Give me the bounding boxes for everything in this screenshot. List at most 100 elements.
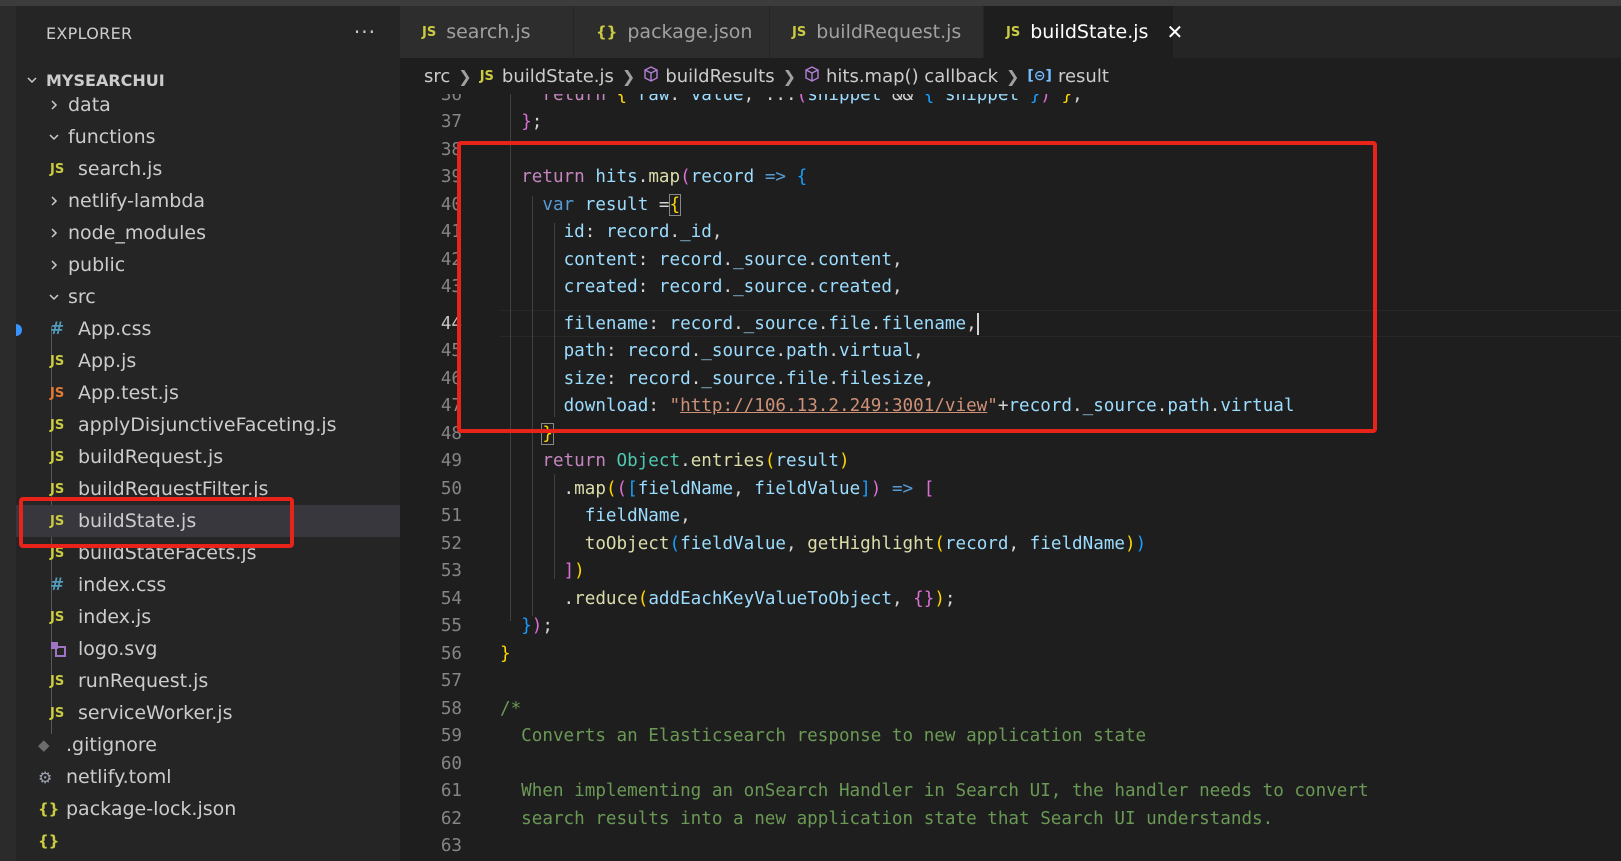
code-line: 62 search results into a new application… xyxy=(440,808,1274,829)
code-line: 50 .map(([fieldName, fieldValue]) => [ xyxy=(440,478,935,499)
tree-label: App.js xyxy=(78,350,137,372)
tree-label: buildStateFacets.js xyxy=(78,542,257,564)
tree-label: .gitignore xyxy=(66,734,157,756)
tree-folder-netlify-lambda[interactable]: netlify-lambda xyxy=(16,185,400,217)
js-test-file-icon: JS xyxy=(50,385,65,401)
svg-file-icon xyxy=(50,641,72,657)
tree-label: netlify-lambda xyxy=(68,190,206,212)
json-file-icon: {} xyxy=(38,832,60,850)
js-file-icon: JS xyxy=(422,24,437,40)
code-line: 38 xyxy=(440,139,462,160)
close-icon[interactable]: ✕ xyxy=(1166,20,1183,44)
tree-file-package-lock-json[interactable]: {} package-lock.json xyxy=(16,793,400,825)
breadcrumb-symbol-callback[interactable]: hits.map() callback xyxy=(826,66,998,87)
tree-folder-data[interactable]: data xyxy=(16,89,400,121)
breadcrumb: src ❯ JS buildState.js ❯ buildResults ❯ … xyxy=(400,58,1621,94)
tree-label: applyDisjunctiveFaceting.js xyxy=(78,414,337,436)
chevron-right-icon: ❯ xyxy=(782,66,796,86)
tree-folder-public[interactable]: public xyxy=(16,249,400,281)
code-line: 41 id: record._id, xyxy=(440,221,723,242)
code-line: 63 xyxy=(440,835,462,856)
chevron-right-icon xyxy=(46,227,62,239)
code-line: 52 toObject(fieldValue, getHighlight(rec… xyxy=(440,533,1147,554)
code-line: 58/* xyxy=(440,698,522,719)
code-line: 55 }); xyxy=(440,615,553,636)
code-editor[interactable]: 36 return { raw: value, ...(snippet && {… xyxy=(400,94,1621,861)
tab-label: search.js xyxy=(446,21,531,43)
activity-bar-edge xyxy=(0,6,16,861)
tree-file-app-test-js[interactable]: JS App.test.js xyxy=(16,377,400,409)
code-line: 37 }; xyxy=(440,111,543,132)
tree-file-search-js[interactable]: JS search.js xyxy=(16,153,400,185)
tree-file-app-css[interactable]: # App.css xyxy=(16,313,400,345)
tree-file-build-request-filter-js[interactable]: JS buildRequestFilter.js xyxy=(16,473,400,505)
code-line: 51 fieldName, xyxy=(440,505,691,526)
tab-build-request-js[interactable]: JS buildRequest.js xyxy=(770,6,984,58)
tab-build-state-js[interactable]: JS buildState.js ✕ xyxy=(984,6,1183,58)
tree-folder-src[interactable]: src xyxy=(16,281,400,313)
code-line: 56} xyxy=(440,643,511,664)
tree-file-netlify-toml[interactable]: ⚙ netlify.toml xyxy=(16,761,400,793)
tree-label: netlify.toml xyxy=(66,766,172,788)
code-line: 42 content: record._source.content, xyxy=(440,249,903,270)
code-line: 57 xyxy=(440,670,462,691)
tree-item-partial[interactable]: {} xyxy=(16,825,400,857)
js-file-icon: JS xyxy=(50,353,65,369)
tree-file-apply-disjunctive-faceting-js[interactable]: JS applyDisjunctiveFaceting.js xyxy=(16,409,400,441)
tree-file-app-js[interactable]: JS App.js xyxy=(16,345,400,377)
json-file-icon: {} xyxy=(596,23,618,41)
tab-package-json[interactable]: {} package.json xyxy=(574,6,770,58)
breadcrumb-file[interactable]: buildState.js xyxy=(502,66,614,87)
code-line: 59 Converts an Elasticsearch response to… xyxy=(440,725,1147,746)
breadcrumb-symbol-result[interactable]: result xyxy=(1058,66,1109,87)
tree-label: logo.svg xyxy=(78,638,158,660)
tab-label: package.json xyxy=(627,21,753,43)
chevron-right-icon: ❯ xyxy=(621,66,636,86)
js-file-icon: JS xyxy=(50,545,65,561)
tree-file-build-state-facets-js[interactable]: JS buildStateFacets.js xyxy=(16,537,400,569)
js-file-icon: JS xyxy=(50,161,65,177)
breadcrumb-folder[interactable]: src xyxy=(424,66,450,87)
tree-label: runRequest.js xyxy=(78,670,209,692)
tree-file-index-css[interactable]: # index.css xyxy=(16,569,400,601)
js-file-icon: JS xyxy=(50,673,65,689)
code-line: 46 size: record._source.file.filesize, xyxy=(440,368,935,389)
tree-label: index.css xyxy=(78,574,167,596)
tree-file-service-worker-js[interactable]: JS serviceWorker.js xyxy=(16,697,400,729)
tree-label: node_modules xyxy=(68,222,207,244)
text-cursor xyxy=(976,312,979,335)
tree-file-run-request-js[interactable]: JS runRequest.js xyxy=(16,665,400,697)
tree-label: serviceWorker.js xyxy=(78,702,233,724)
code-line: 40 var result ={ xyxy=(440,193,682,216)
tree-folder-functions[interactable]: functions xyxy=(16,121,400,153)
tree-label: functions xyxy=(68,126,156,148)
code-line: 54 .reduce(addEachKeyValueToObject, {}); xyxy=(440,588,956,609)
chevron-right-icon: ❯ xyxy=(1006,66,1020,86)
code-line: 47 download: "http://106.13.2.249:3001/v… xyxy=(440,395,1295,416)
explorer-title: EXPLORER xyxy=(46,24,133,43)
tree-label: public xyxy=(68,254,126,276)
more-actions-icon[interactable]: ··· xyxy=(354,20,376,44)
tab-search-js[interactable]: JS search.js xyxy=(400,6,574,58)
code-line: 39 return hits.map(record => { xyxy=(440,166,808,187)
tree-label: buildRequestFilter.js xyxy=(78,478,269,500)
code-line: 45 path: record._source.path.virtual, xyxy=(440,340,924,361)
project-name: MYSEARCHUI xyxy=(46,70,165,90)
js-file-icon: JS xyxy=(50,609,65,625)
tree-folder-node-modules[interactable]: node_modules xyxy=(16,217,400,249)
cube-symbol-icon xyxy=(804,65,820,87)
js-file-icon: JS xyxy=(50,513,65,529)
code-line: 49 return Object.entries(result) xyxy=(440,450,850,471)
tree-label: src xyxy=(68,286,96,308)
tree-file-logo-svg[interactable]: logo.svg xyxy=(16,633,400,665)
tree-file-build-request-js[interactable]: JS buildRequest.js xyxy=(16,441,400,473)
chevron-down-icon xyxy=(46,291,62,303)
js-file-icon: JS xyxy=(50,481,65,497)
tree-file-build-state-js[interactable]: JS buildState.js xyxy=(16,505,400,537)
js-file-icon: JS xyxy=(50,417,65,433)
js-file-icon: JS xyxy=(1006,24,1021,40)
tree-file-gitignore[interactable]: ◆ .gitignore xyxy=(16,729,400,761)
tree-file-index-js[interactable]: JS index.js xyxy=(16,601,400,633)
git-diamond-icon: ◆ xyxy=(38,736,50,754)
breadcrumb-symbol-build-results[interactable]: buildResults xyxy=(665,66,774,87)
